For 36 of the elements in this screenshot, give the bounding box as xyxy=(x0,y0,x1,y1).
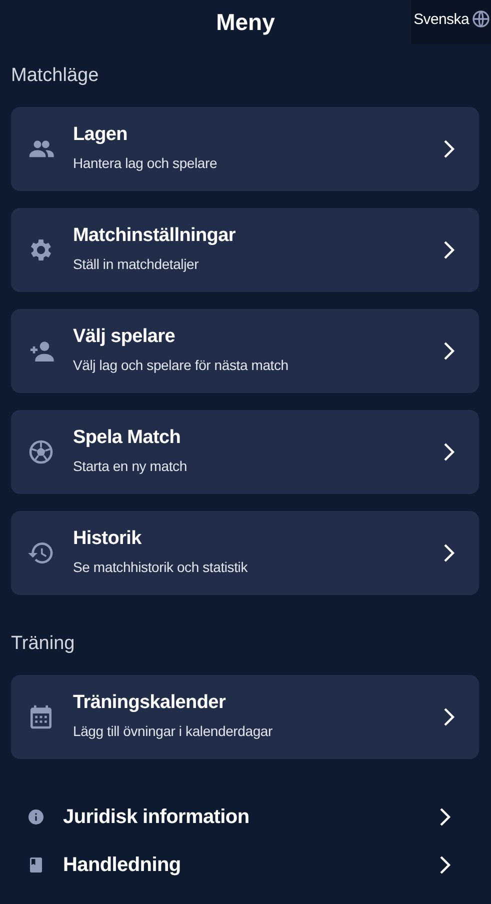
menu-card[interactable]: Historik Se matchhistorik och statistik xyxy=(11,511,479,595)
card-subtitle: Välj lag och spelare för nästa match xyxy=(73,356,290,372)
card-subtitle: Starta en ny match xyxy=(73,458,188,474)
info-icon xyxy=(27,808,45,826)
card-title: Träningskalender xyxy=(73,692,227,714)
card-title: Matchinställningar xyxy=(73,224,236,246)
chevron-right-icon xyxy=(443,139,455,159)
card-title: Välj spelare xyxy=(73,326,176,348)
menu-link[interactable]: Handledning xyxy=(27,853,451,877)
menu-card[interactable]: Välj spelare Välj lag och spelare för nästa match xyxy=(11,309,479,393)
book-icon xyxy=(27,856,45,874)
card-subtitle: Se matchhistorik och statistik xyxy=(73,558,249,574)
chevron-right-icon xyxy=(439,855,451,875)
page-title: Meny xyxy=(216,8,275,36)
card-subtitle: Ställ in matchdetaljer xyxy=(73,256,200,272)
card-title: Lagen xyxy=(73,124,128,146)
language-button[interactable]: Svenska xyxy=(410,0,491,44)
menu-card[interactable]: Lagen Hantera lag och spelare xyxy=(11,107,479,191)
menu-card[interactable]: Matchinställningar Ställ in matchdetaljer xyxy=(11,208,479,292)
card-subtitle: Lägg till övningar i kalenderdagar xyxy=(73,722,274,738)
section-heading: Träning xyxy=(11,633,76,655)
chevron-right-icon xyxy=(439,807,451,827)
card-subtitle: Hantera lag och spelare xyxy=(73,154,218,170)
globe-icon xyxy=(471,9,491,29)
menu-card[interactable]: Spela Match Starta en ny match xyxy=(11,410,479,494)
card-title: Historik xyxy=(73,528,142,550)
chevron-right-icon xyxy=(443,442,455,462)
ball-icon xyxy=(27,438,55,466)
chevron-right-icon xyxy=(443,543,455,563)
section-heading: Matchläge xyxy=(11,65,100,87)
chevron-right-icon xyxy=(443,341,455,361)
menu-link[interactable]: Juridisk information xyxy=(27,805,451,829)
card-title: Spela Match xyxy=(73,426,182,448)
menu-card[interactable]: Träningskalender Lägg till övningar i kalenderdagar xyxy=(11,675,479,759)
chevron-right-icon xyxy=(443,240,455,260)
chevron-right-icon xyxy=(443,707,455,727)
